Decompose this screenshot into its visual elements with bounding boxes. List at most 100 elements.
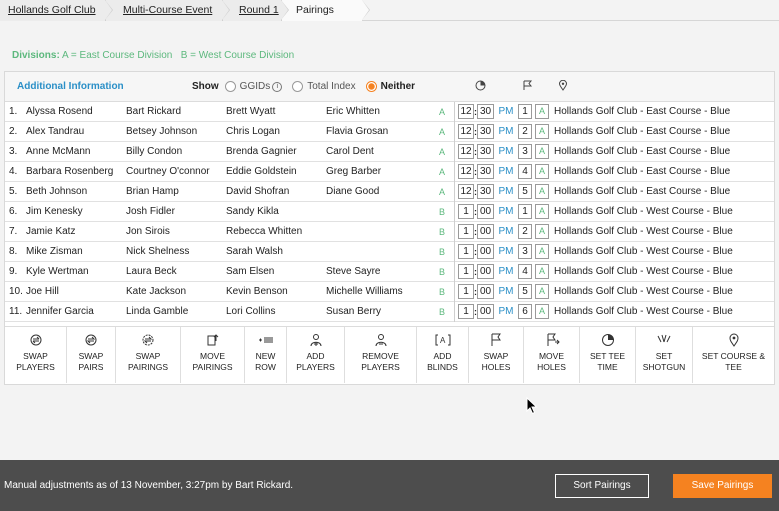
ampm-toggle[interactable]: PM xyxy=(496,106,516,117)
table-row[interactable]: 4. Barbara Rosenberg Courtney O'connor Eddi… xyxy=(5,161,774,182)
breadcrumb-club[interactable]: Hollands Golf Club xyxy=(0,0,113,21)
table-row[interactable]: 3. Anne McMann Billy Condon Brenda Gagnier C… xyxy=(5,141,774,162)
ampm-toggle[interactable]: PM xyxy=(496,186,516,197)
table-row[interactable]: 11. Jennifer Garcia Linda Gamble Lori Colli… xyxy=(5,301,774,322)
tee-field[interactable]: A xyxy=(535,184,549,199)
minute-field[interactable]: 00 xyxy=(477,284,494,299)
ampm-toggle[interactable]: PM xyxy=(496,306,516,317)
tee-field[interactable]: A xyxy=(535,224,549,239)
set-tee-time-button[interactable]: SET TEE TIME xyxy=(580,327,636,383)
hour-field[interactable]: 1 xyxy=(458,264,474,279)
table-row[interactable]: 6. Jim Kenesky Josh Fidler Sandy Kikla B 1:00… xyxy=(5,201,774,222)
ampm-toggle[interactable]: PM xyxy=(496,226,516,237)
tee-field[interactable]: A xyxy=(535,204,549,219)
ampm-toggle[interactable]: PM xyxy=(496,146,516,157)
move-pairings-button[interactable]: MOVE PAIRINGS xyxy=(181,327,245,383)
player-name[interactable]: Mike Zisman xyxy=(26,246,126,257)
table-row[interactable]: 2. Alex Tandrau Betsey Johnson Chris Logan F… xyxy=(5,121,774,142)
course-name[interactable]: Hollands Golf Club - East Course - Blue xyxy=(554,166,730,177)
table-row[interactable]: 10. Joe Hill Kate Jackson Kevin Benson Miche… xyxy=(5,281,774,302)
set-shotgun-button[interactable]: SET SHOTGUN xyxy=(636,327,693,383)
neither-radio[interactable] xyxy=(365,81,377,92)
option-ggids[interactable]: GGIDs i xyxy=(224,81,283,92)
ampm-toggle[interactable]: PM xyxy=(496,286,516,297)
breadcrumb-club-label[interactable]: Hollands Golf Club xyxy=(8,4,96,16)
table-row[interactable]: 1. Alyssa Rosend Bart Rickard Brett Wyatt Er… xyxy=(5,101,774,122)
ampm-toggle[interactable]: PM xyxy=(496,166,516,177)
player-name[interactable]: Laura Beck xyxy=(126,266,226,277)
hole-field[interactable]: 6 xyxy=(518,304,532,319)
tee-field[interactable]: A xyxy=(535,104,549,119)
player-name[interactable]: Linda Gamble xyxy=(126,306,226,317)
hole-field[interactable]: 2 xyxy=(518,124,532,139)
player-name[interactable]: Brian Hamp xyxy=(126,186,226,197)
hole-field[interactable]: 3 xyxy=(518,144,532,159)
course-name[interactable]: Hollands Golf Club - West Course - Blue xyxy=(554,266,733,277)
breadcrumb-round[interactable]: Round 1 xyxy=(223,0,289,21)
player-name[interactable]: Lori Collins xyxy=(226,306,326,317)
ampm-toggle[interactable]: PM xyxy=(496,266,516,277)
player-name[interactable]: Josh Fidler xyxy=(126,206,226,217)
minute-field[interactable]: 30 xyxy=(477,144,494,159)
minute-field[interactable]: 30 xyxy=(477,164,494,179)
option-neither[interactable]: Neither xyxy=(365,81,415,92)
player-name[interactable]: Brett Wyatt xyxy=(226,106,326,117)
minute-field[interactable]: 00 xyxy=(477,224,494,239)
player-name[interactable]: Anne McMann xyxy=(26,146,126,157)
minute-field[interactable]: 30 xyxy=(477,104,494,119)
ampm-toggle[interactable]: PM xyxy=(496,126,516,137)
swap-holes-button[interactable]: SWAP HOLES xyxy=(469,327,524,383)
player-name[interactable]: Billy Condon xyxy=(126,146,226,157)
breadcrumb-round-label[interactable]: Round 1 xyxy=(239,4,279,16)
player-name[interactable]: Courtney O'connor xyxy=(126,166,226,177)
set-course-tee-button[interactable]: SET COURSE & TEE xyxy=(693,327,774,383)
player-name[interactable]: Sarah Walsh xyxy=(226,246,326,257)
course-name[interactable]: Hollands Golf Club - West Course - Blue xyxy=(554,246,733,257)
minute-field[interactable]: 00 xyxy=(477,204,494,219)
player-name[interactable]: Sam Elsen xyxy=(226,266,326,277)
breadcrumb-event[interactable]: Multi-Course Event xyxy=(106,0,230,21)
tee-field[interactable]: A xyxy=(535,244,549,259)
player-name[interactable]: Brenda Gagnier xyxy=(226,146,326,157)
new-row-button[interactable]: NEW ROW xyxy=(245,327,287,383)
player-name[interactable]: Jim Kenesky xyxy=(26,206,126,217)
tee-field[interactable]: A xyxy=(535,304,549,319)
player-name[interactable]: Flavia Grosan xyxy=(326,126,426,137)
player-name[interactable]: Diane Good xyxy=(326,186,426,197)
hour-field[interactable]: 1 xyxy=(458,204,474,219)
player-name[interactable]: Bart Rickard xyxy=(126,106,226,117)
hole-field[interactable]: 4 xyxy=(518,164,532,179)
course-name[interactable]: Hollands Golf Club - East Course - Blue xyxy=(554,146,730,157)
ampm-toggle[interactable]: PM xyxy=(496,206,516,217)
tee-field[interactable]: A xyxy=(535,124,549,139)
player-name[interactable]: Chris Logan xyxy=(226,126,326,137)
move-holes-button[interactable]: MOVE HOLES xyxy=(524,327,580,383)
player-name[interactable]: Greg Barber xyxy=(326,166,426,177)
player-name[interactable]: Barbara Rosenberg xyxy=(26,166,126,177)
minute-field[interactable]: 00 xyxy=(477,304,494,319)
ggids-radio[interactable] xyxy=(224,81,236,92)
add-players-button[interactable]: ADD PLAYERS xyxy=(287,327,345,383)
save-pairings-button[interactable]: Save Pairings xyxy=(673,473,772,498)
hour-field[interactable]: 1 xyxy=(458,284,474,299)
table-row[interactable]: 7. Jamie Katz Jon Sirois Rebecca Whitten B 1:… xyxy=(5,221,774,242)
hour-field[interactable]: 12 xyxy=(458,144,474,159)
player-name[interactable]: Beth Johnson xyxy=(26,186,126,197)
minute-field[interactable]: 30 xyxy=(477,184,494,199)
swap-pairs-button[interactable]: SWAP PAIRS xyxy=(67,327,116,383)
player-name[interactable]: Carol Dent xyxy=(326,146,426,157)
minute-field[interactable]: 00 xyxy=(477,244,494,259)
hour-field[interactable]: 12 xyxy=(458,164,474,179)
hour-field[interactable]: 12 xyxy=(458,184,474,199)
hour-field[interactable]: 1 xyxy=(458,224,474,239)
hour-field[interactable]: 12 xyxy=(458,124,474,139)
player-name[interactable]: Rebecca Whitten xyxy=(226,226,326,237)
total-index-radio[interactable] xyxy=(292,81,304,92)
hole-field[interactable]: 1 xyxy=(518,204,532,219)
table-row[interactable]: 5. Beth Johnson Brian Hamp David Shofran Dia… xyxy=(5,181,774,202)
hole-field[interactable]: 5 xyxy=(518,284,532,299)
ampm-toggle[interactable]: PM xyxy=(496,246,516,257)
player-name[interactable]: Kate Jackson xyxy=(126,286,226,297)
swap-pairings-button[interactable]: SWAP PAIRINGS xyxy=(116,327,181,383)
player-name[interactable]: Alex Tandrau xyxy=(26,126,126,137)
